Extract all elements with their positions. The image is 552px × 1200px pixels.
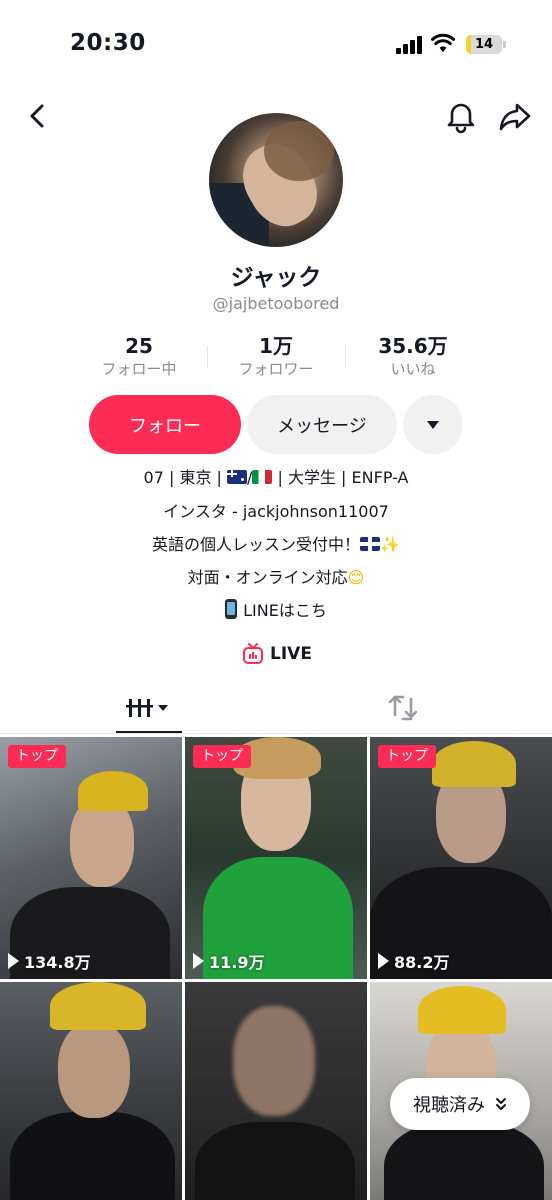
profile-handle: @jajbetoobored — [212, 294, 340, 313]
profile-avatar[interactable] — [209, 113, 343, 247]
top-badge: トップ — [8, 745, 66, 768]
play-icon — [378, 953, 389, 969]
top-badge: トップ — [193, 745, 251, 768]
video-thumbnail[interactable] — [185, 982, 367, 1200]
bell-icon[interactable] — [444, 98, 478, 134]
likes-count: 35.6万 — [378, 334, 448, 358]
sparkles-icon: ✨ — [380, 535, 400, 554]
live-tv-icon — [243, 643, 263, 664]
italy-flag-icon — [252, 470, 273, 484]
battery-icon: 14 — [466, 35, 502, 54]
video-thumbnail[interactable]: トップ 134.8万 — [0, 737, 182, 979]
play-icon — [193, 953, 204, 969]
battery-percent: 14 — [474, 37, 494, 52]
followers-label: フォロワー — [238, 360, 314, 378]
wifi-icon — [431, 33, 455, 52]
profile-name: ジャック — [230, 265, 322, 291]
view-count: 88.2万 — [378, 949, 449, 973]
message-button[interactable]: メッセージ — [247, 395, 397, 454]
top-badge: トップ — [378, 745, 436, 768]
bio-line-1: 07 | 東京 | / | 大学生 | ENFP-A — [143, 468, 409, 487]
stat-followers[interactable]: 1万 フォロワー — [206, 334, 346, 380]
follow-button[interactable]: フォロー — [89, 395, 241, 454]
bio-line-2: インスタ - jackjohnson11007 — [163, 502, 389, 521]
triangle-down-icon — [427, 420, 439, 429]
live-label: LIVE — [270, 644, 312, 664]
double-chevron-down-icon — [496, 1098, 506, 1110]
followers-count: 1万 — [259, 334, 293, 358]
view-count: 11.9万 — [193, 949, 264, 973]
watched-toggle-button[interactable]: 視聴済み — [390, 1078, 530, 1130]
videos-grid-icon — [126, 699, 168, 717]
stat-following[interactable]: 25 フォロー中 — [69, 334, 209, 380]
bio-line-3: 英語の個人レッスン受付中！ ✨ — [152, 535, 400, 554]
likes-label: いいね — [390, 360, 436, 378]
mobile-phone-icon — [225, 599, 238, 619]
watched-label: 視聴済み — [413, 1095, 485, 1116]
bio-line-5[interactable]: LINEはこち — [0, 599, 552, 622]
tabs-divider — [0, 733, 552, 734]
video-thumbnail[interactable]: トップ 88.2万 — [370, 737, 552, 979]
battery-tip — [503, 41, 506, 48]
tab-videos[interactable] — [116, 683, 182, 733]
australia-flag-icon — [227, 470, 248, 484]
smile-emoji-icon: 😊 — [347, 568, 365, 587]
live-link[interactable]: LIVE — [242, 641, 312, 667]
cellular-signal-icon — [396, 36, 424, 54]
status-time: 20:30 — [70, 30, 146, 56]
video-thumbnail[interactable]: トップ 11.9万 — [185, 737, 367, 979]
following-label: フォロー中 — [101, 360, 177, 378]
suggested-accounts-button[interactable] — [403, 395, 463, 454]
share-icon[interactable] — [497, 98, 533, 134]
back-icon[interactable] — [22, 98, 52, 134]
stat-likes[interactable]: 35.6万 いいね — [343, 334, 483, 380]
repost-icon — [388, 695, 418, 721]
play-icon — [8, 953, 19, 969]
uk-flag-icon — [360, 537, 381, 551]
view-count: 134.8万 — [8, 949, 91, 973]
following-count: 25 — [125, 334, 153, 358]
video-thumbnail[interactable] — [0, 982, 182, 1200]
bio-line-4: 対面・オンライン対応😊 — [187, 568, 365, 587]
status-bar: 20:30 14 — [0, 0, 552, 90]
tab-reposts[interactable] — [370, 683, 436, 733]
